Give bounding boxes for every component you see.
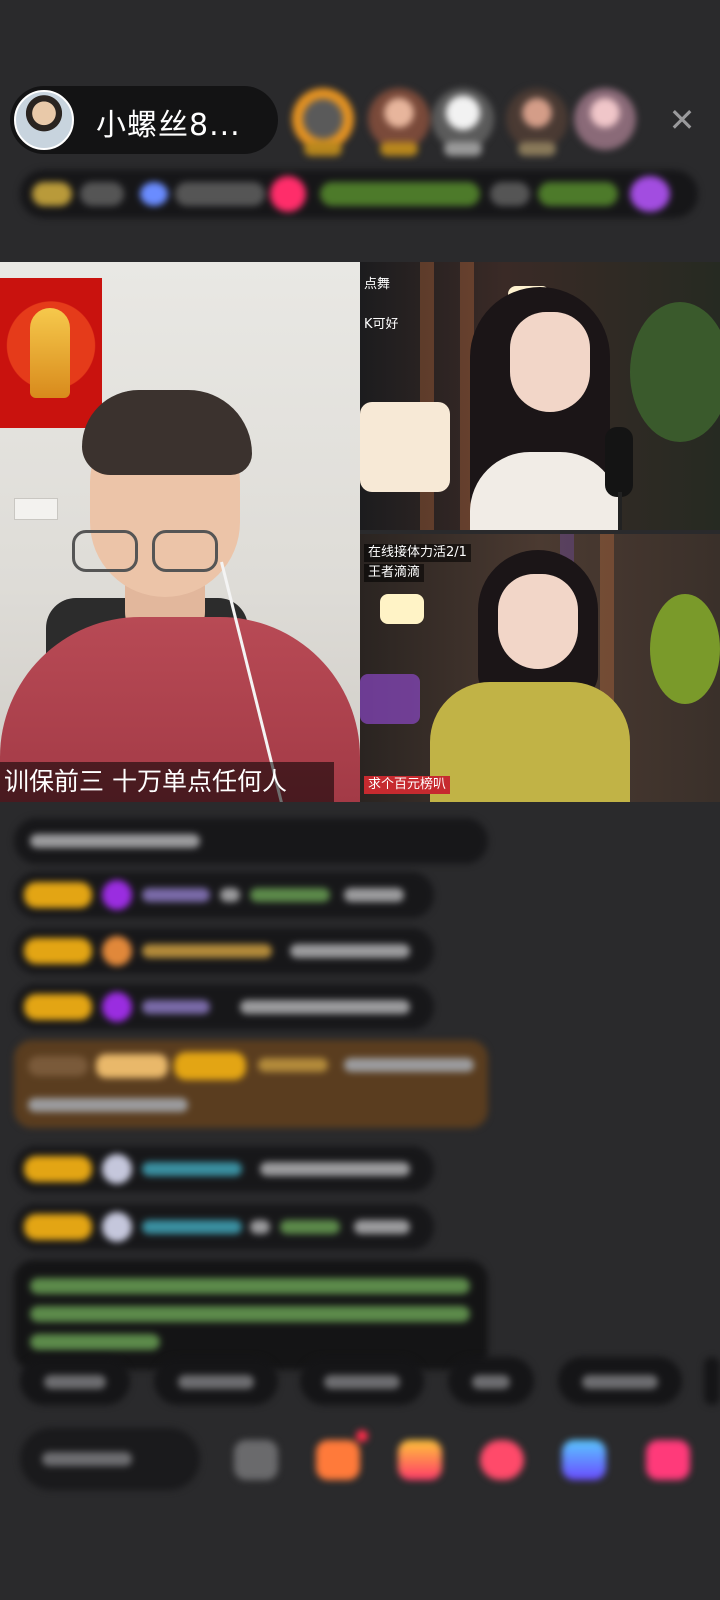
chat-message-list[interactable] [0,810,720,1370]
wall-switch [14,498,58,520]
info-chip [538,182,618,206]
host-hair [82,390,252,475]
host-avatar[interactable] [14,90,74,150]
notification-dot [356,1430,368,1442]
orb-icon [102,1154,132,1184]
system-notice [14,1260,488,1370]
wall-poster [0,278,102,428]
level-badge [24,994,92,1020]
info-chip [140,182,168,206]
info-chip [175,182,265,206]
room-info-strip[interactable] [20,170,698,218]
quick-reply-chip[interactable] [20,1357,130,1405]
gem-icon [102,880,132,910]
guest-video-feed-2[interactable]: 在线接体力活2/1 王者滴滴 求个百元榜叭 [360,534,720,802]
viewer-avatar[interactable] [432,88,494,156]
bottom-action-bar [0,1428,720,1508]
guest-tag: 在线接体力活2/1 [364,544,471,562]
host-video-feed[interactable]: 训保前三 十万单点任何人 [0,262,360,802]
vip-chat-message[interactable] [14,1040,488,1128]
guest-tag: 点舞 [364,277,391,292]
video-grid: 训保前三 十万单点任何人 点舞 K可好 在线接体力活2/1 王者滴滴 求个百元榜… [0,262,720,802]
quick-reply-chip[interactable] [154,1357,278,1405]
quick-reply-chip[interactable] [300,1357,424,1405]
quick-reply-chip[interactable] [704,1357,720,1405]
gift-icon[interactable] [646,1440,690,1480]
chat-message[interactable] [14,818,488,864]
fan-club-icon[interactable] [480,1440,524,1480]
close-icon[interactable]: ✕ [664,102,700,138]
chat-message[interactable] [14,984,434,1030]
guest-bottom-tag: 求个百元榜叭 [364,776,451,794]
viewer-avatar[interactable] [292,88,354,156]
fan-badge-icon [102,936,132,966]
orb-icon [102,1212,132,1242]
info-chip [630,176,670,212]
info-chip [270,176,306,212]
host-caption: 训保前三 十万单点任何人 [0,762,334,802]
gem-icon [102,992,132,1022]
more-icon[interactable] [234,1440,278,1480]
quick-reply-chips [0,1357,720,1407]
guest-tag: 王者滴滴 [364,564,425,582]
game-icon[interactable] [562,1440,606,1480]
chat-message[interactable] [14,928,434,974]
level-badge [24,882,92,908]
host-glasses [72,530,232,572]
viewer-avatar[interactable] [368,88,430,156]
guest-tag: K可好 [364,317,399,332]
quick-reply-chip[interactable] [558,1357,682,1405]
info-chip [80,182,124,206]
level-badge [24,1156,92,1182]
quick-reply-chip[interactable] [448,1357,534,1405]
info-chip [320,182,480,206]
info-chip [490,182,530,206]
info-chip [32,182,72,206]
mic-stand [618,492,622,530]
chat-message[interactable] [14,1146,434,1192]
host-info-pill[interactable]: 小螺丝8... [10,86,278,154]
top-bar: 小螺丝8... ✕ [0,0,720,230]
guest-video-feed-1[interactable]: 点舞 K可好 [360,262,720,530]
gift-box-icon[interactable] [316,1440,360,1480]
chat-message[interactable] [14,872,434,918]
host-name[interactable]: 小螺丝8... [96,100,241,144]
level-badge [24,1214,92,1240]
viewer-avatar[interactable] [574,88,636,150]
chat-message[interactable] [14,1204,434,1250]
level-badge [24,938,92,964]
viewer-avatar[interactable] [506,88,568,156]
treasure-icon[interactable] [398,1440,442,1480]
chat-input[interactable] [20,1428,200,1490]
microphone [605,427,633,497]
